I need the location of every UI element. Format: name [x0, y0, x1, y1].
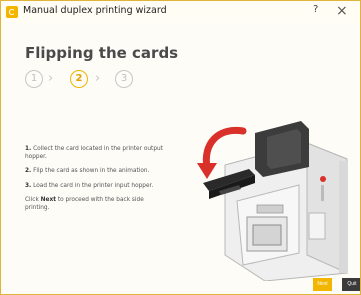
step-number: 3.: [25, 182, 32, 189]
quit-button[interactable]: Quit: [342, 278, 360, 291]
printer-card-flip-illustration: [197, 121, 348, 281]
chevron-right-icon: ›: [48, 71, 54, 86]
help-button[interactable]: ?: [313, 4, 318, 15]
step-1-indicator: 1: [25, 70, 43, 88]
app-logo-icon: [6, 6, 18, 18]
instruction-text: Collect the card located in the printer …: [25, 146, 163, 160]
step-number: 1.: [25, 146, 32, 152]
instruction-step-3: 3. Load the card in the printer input ho…: [25, 183, 170, 191]
hint-text: Click: [25, 197, 39, 204]
instruction-step-2: 2. Flip the card as shown in the animati…: [25, 168, 170, 176]
next-button[interactable]: Next: [313, 278, 332, 291]
hint-next-word: Next: [40, 197, 56, 204]
title-bar: Manual duplex printing wizard ? ×: [1, 1, 360, 23]
wizard-window: Manual duplex printing wizard ? × Flippi…: [0, 0, 361, 295]
step-3-indicator: 3: [115, 70, 133, 88]
chevron-right-icon: ›: [95, 71, 101, 86]
step-number: 2.: [25, 168, 32, 175]
instruction-next-hint: Click Next to proceed with the back side…: [25, 197, 170, 212]
window-title: Manual duplex printing wizard: [23, 5, 167, 16]
instruction-step-1: 1. Collect the card located in the print…: [25, 146, 170, 161]
close-button[interactable]: ×: [336, 2, 348, 20]
instruction-text: Load the card in the printer input hoppe…: [33, 182, 154, 189]
instructions: 1. Collect the card located in the print…: [25, 146, 170, 220]
instruction-text: Flip the card as shown in the animation.: [33, 168, 150, 175]
page-title: Flipping the cards: [25, 44, 179, 62]
step-2-indicator: 2: [70, 70, 88, 88]
